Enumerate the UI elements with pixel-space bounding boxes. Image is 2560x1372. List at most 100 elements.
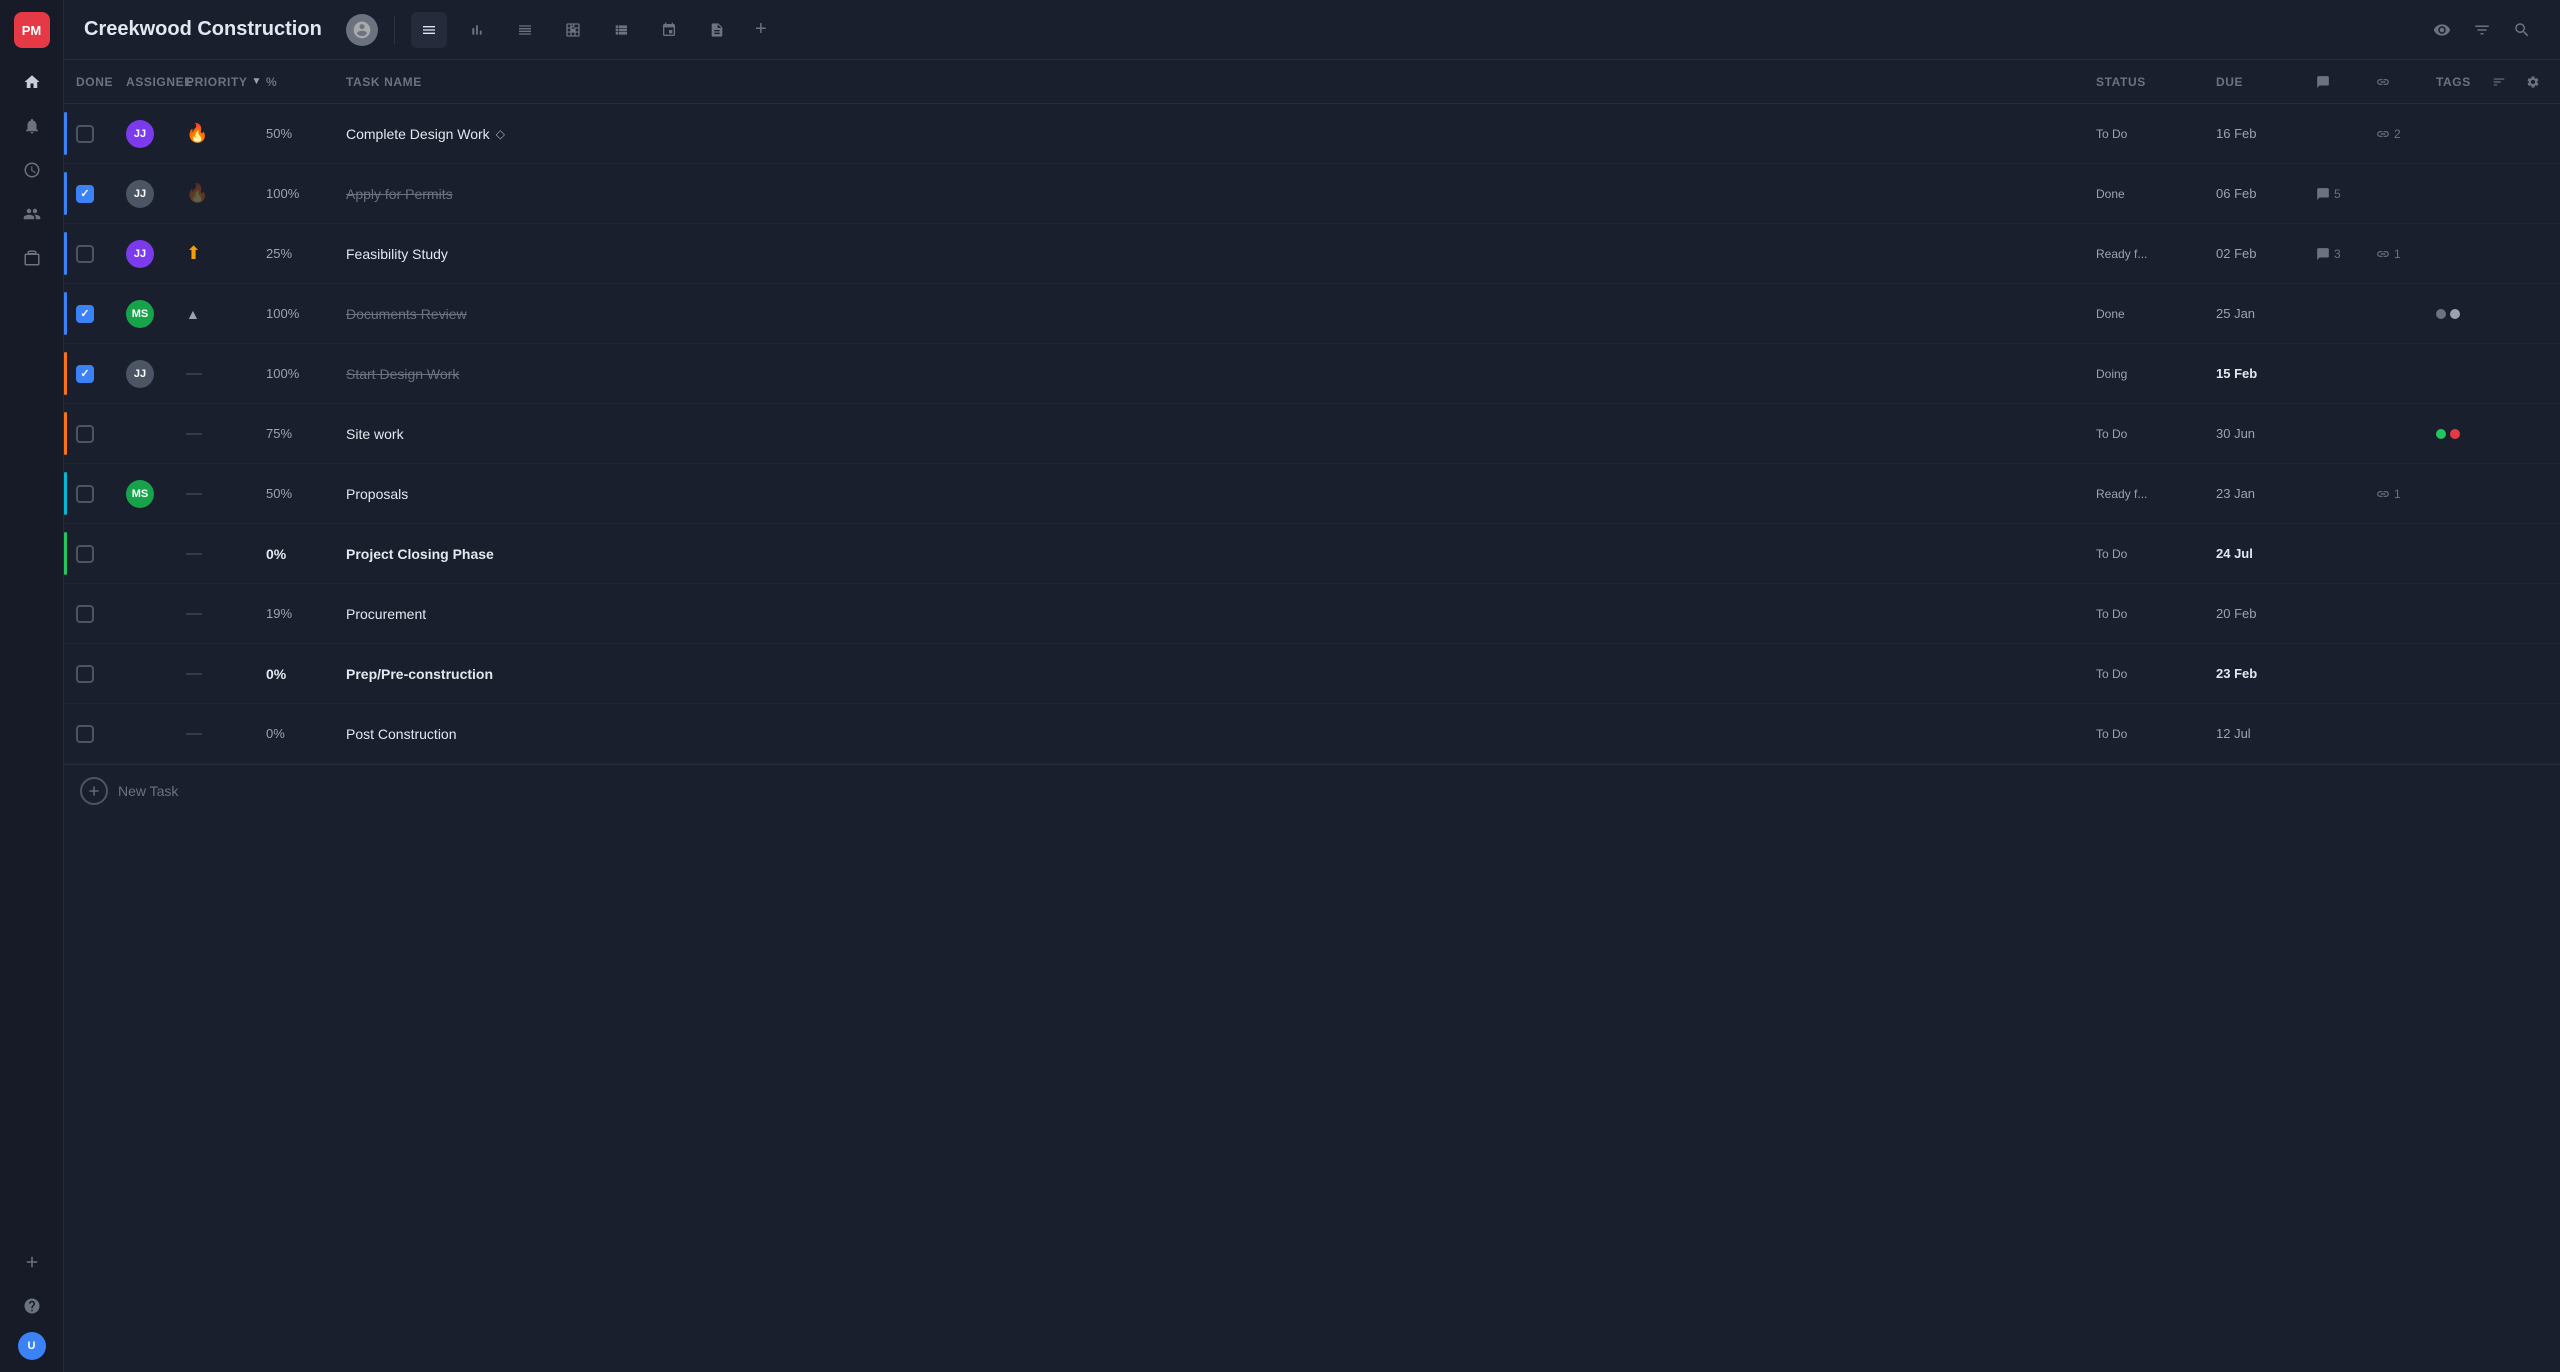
- status-badge[interactable]: To Do: [2096, 605, 2127, 623]
- table-row[interactable]: —0%Prep/Pre-constructionTo Do23 Feb: [64, 644, 2560, 704]
- due-date: 06 Feb: [2216, 186, 2256, 201]
- search-button[interactable]: [2504, 12, 2540, 48]
- settings-button[interactable]: [2518, 67, 2548, 97]
- priority-cell: ⬆: [182, 243, 262, 264]
- sidebar-item-add[interactable]: [14, 1244, 50, 1280]
- task-checkbox[interactable]: [76, 125, 94, 143]
- col-priority[interactable]: PRIORITY ▼: [182, 75, 262, 89]
- comment-icon: [2316, 187, 2330, 201]
- menu-view-button[interactable]: [507, 12, 543, 48]
- done-cell: [72, 725, 122, 743]
- task-checkbox[interactable]: [76, 545, 94, 563]
- project-avatar: [346, 14, 378, 46]
- task-name[interactable]: Post Construction: [346, 726, 457, 742]
- task-checkbox[interactable]: [76, 425, 94, 443]
- priority-icon: ⬆: [186, 243, 201, 264]
- new-task-row[interactable]: New Task: [64, 764, 2560, 817]
- task-checkbox[interactable]: [76, 305, 94, 323]
- status-badge[interactable]: To Do: [2096, 125, 2127, 143]
- task-checkbox[interactable]: [76, 365, 94, 383]
- chart-view-button[interactable]: [459, 12, 495, 48]
- pulse-view-button[interactable]: [603, 12, 639, 48]
- status-badge[interactable]: To Do: [2096, 725, 2127, 743]
- add-icon: [23, 1253, 41, 1271]
- status-badge[interactable]: Done: [2096, 185, 2125, 203]
- user-avatar[interactable]: U: [18, 1332, 46, 1360]
- table-row[interactable]: —75%Site workTo Do30 Jun: [64, 404, 2560, 464]
- due-date: 24 Jul: [2216, 546, 2253, 561]
- sidebar-item-clock[interactable]: [14, 152, 50, 188]
- task-name[interactable]: Site work: [346, 426, 404, 442]
- status-badge[interactable]: To Do: [2096, 425, 2127, 443]
- diamond-icon: ◇: [496, 127, 505, 141]
- priority-sort-icon: ▼: [251, 76, 262, 87]
- table-row[interactable]: JJ—100%Start Design WorkDoing15 Feb: [64, 344, 2560, 404]
- table-row[interactable]: —19%ProcurementTo Do20 Feb: [64, 584, 2560, 644]
- eye-button[interactable]: [2424, 12, 2460, 48]
- task-checkbox[interactable]: [76, 725, 94, 743]
- task-name[interactable]: Procurement: [346, 606, 426, 622]
- table-row[interactable]: MS—50%ProposalsReady f...23 Jan1: [64, 464, 2560, 524]
- tag-dot: [2450, 429, 2460, 439]
- status-cell: To Do: [2092, 725, 2212, 743]
- table-row[interactable]: —0%Post ConstructionTo Do12 Jul: [64, 704, 2560, 764]
- task-checkbox[interactable]: [76, 485, 94, 503]
- status-badge[interactable]: To Do: [2096, 665, 2127, 683]
- task-checkbox[interactable]: [76, 245, 94, 263]
- task-name[interactable]: Start Design Work: [346, 366, 459, 382]
- task-name[interactable]: Project Closing Phase: [346, 546, 494, 562]
- status-badge[interactable]: To Do: [2096, 545, 2127, 563]
- briefcase-icon: [23, 249, 41, 267]
- table-row[interactable]: JJ⬆25%Feasibility StudyReady f...02 Feb3…: [64, 224, 2560, 284]
- percent-cell: 100%: [262, 366, 342, 381]
- task-name[interactable]: Documents Review: [346, 306, 467, 322]
- status-badge[interactable]: Doing: [2096, 365, 2127, 383]
- status-badge[interactable]: Ready f...: [2096, 485, 2147, 503]
- task-checkbox[interactable]: [76, 665, 94, 683]
- assignee-cell: JJ: [122, 120, 182, 148]
- add-task-button[interactable]: [80, 777, 108, 805]
- status-badge[interactable]: Ready f...: [2096, 245, 2147, 263]
- assignee-avatar[interactable]: JJ: [126, 360, 154, 388]
- assignee-avatar[interactable]: MS: [126, 480, 154, 508]
- task-name[interactable]: Prep/Pre-construction: [346, 666, 493, 682]
- topbar: Creekwood Construction +: [64, 0, 2560, 60]
- sidebar-item-briefcase[interactable]: [14, 240, 50, 276]
- percent-value: 100%: [266, 306, 299, 321]
- assignee-avatar[interactable]: JJ: [126, 120, 154, 148]
- assignee-avatar[interactable]: JJ: [126, 240, 154, 268]
- task-name[interactable]: Complete Design Work: [346, 126, 490, 142]
- sidebar-item-users[interactable]: [14, 196, 50, 232]
- due-cell: 23 Feb: [2212, 666, 2312, 681]
- sidebar-item-notifications[interactable]: [14, 108, 50, 144]
- task-checkbox[interactable]: [76, 185, 94, 203]
- status-badge[interactable]: Done: [2096, 305, 2125, 323]
- priority-cell: 🔥: [182, 123, 262, 144]
- done-cell: [72, 125, 122, 143]
- task-name-cell: Post Construction: [342, 726, 2092, 742]
- calendar-view-button[interactable]: [651, 12, 687, 48]
- table-view-button[interactable]: [555, 12, 591, 48]
- sort-button[interactable]: [2484, 67, 2514, 97]
- row-left-bar: [64, 112, 67, 155]
- sidebar-item-home[interactable]: [14, 64, 50, 100]
- add-view-button[interactable]: +: [747, 16, 775, 44]
- percent-cell: 0%: [262, 546, 342, 562]
- assignee-avatar[interactable]: MS: [126, 300, 154, 328]
- assignee-avatar[interactable]: JJ: [126, 180, 154, 208]
- priority-cell: —: [182, 425, 262, 443]
- filter-button[interactable]: [2464, 12, 2500, 48]
- status-cell: To Do: [2092, 125, 2212, 143]
- table-row[interactable]: —0%Project Closing PhaseTo Do24 Jul: [64, 524, 2560, 584]
- task-checkbox[interactable]: [76, 605, 94, 623]
- task-name[interactable]: Feasibility Study: [346, 246, 448, 262]
- sidebar-item-help[interactable]: [14, 1288, 50, 1324]
- table-row[interactable]: JJ🔥100%Apply for PermitsDone06 Feb5: [64, 164, 2560, 224]
- table-row[interactable]: JJ🔥50%Complete Design Work◇To Do16 Feb2: [64, 104, 2560, 164]
- task-name[interactable]: Proposals: [346, 486, 408, 502]
- task-name[interactable]: Apply for Permits: [346, 186, 453, 202]
- doc-view-button[interactable]: [699, 12, 735, 48]
- table-row[interactable]: MS▲100%Documents ReviewDone25 Jan: [64, 284, 2560, 344]
- comment-cell: 3: [2312, 247, 2372, 261]
- list-view-button[interactable]: [411, 12, 447, 48]
